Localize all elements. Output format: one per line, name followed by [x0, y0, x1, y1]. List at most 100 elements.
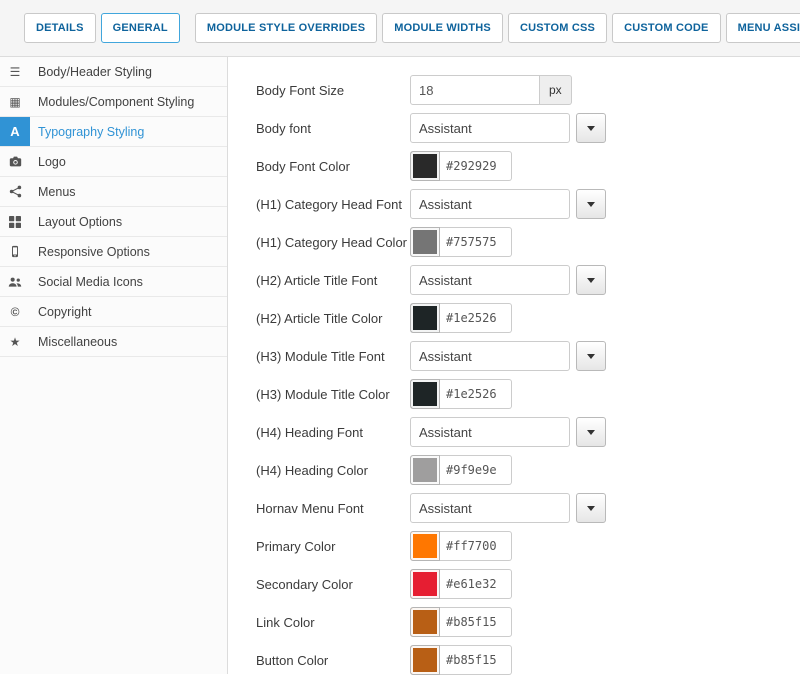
h1-category-head-color-input[interactable]	[440, 227, 512, 257]
body-font-select[interactable]: Assistant	[410, 113, 570, 143]
form-row-h1-category-head-color: (H1) Category Head Color	[256, 227, 800, 257]
form-row-primary-color: Primary Color	[256, 531, 800, 561]
body-font-color-input[interactable]	[440, 151, 512, 181]
star-icon: ★	[0, 327, 30, 356]
field-label: (H3) Module Title Color	[256, 387, 410, 402]
field-label: (H4) Heading Font	[256, 425, 410, 440]
tab-module-widths[interactable]: MODULE WIDTHS	[382, 13, 503, 43]
caret-down-icon	[587, 430, 595, 435]
button-color-input[interactable]	[440, 645, 512, 675]
primary-color-input[interactable]	[440, 531, 512, 561]
form-row-h2-article-title-font: (H2) Article Title Font Assistant	[256, 265, 800, 295]
form-row-h2-article-title-color: (H2) Article Title Color	[256, 303, 800, 333]
dropdown-caret-button[interactable]	[576, 113, 606, 143]
form-row-h4-heading-font: (H4) Heading Font Assistant	[256, 417, 800, 447]
tab-label: MODULE WIDTHS	[394, 22, 491, 34]
h4-heading-color-swatch[interactable]	[410, 455, 440, 485]
secondary-color-input[interactable]	[440, 569, 512, 599]
form-row-h3-module-title-color: (H3) Module Title Color	[256, 379, 800, 409]
tab-general[interactable]: GENERAL	[101, 13, 180, 43]
caret-down-icon	[587, 202, 595, 207]
color-control	[410, 607, 512, 637]
field-label: Secondary Color	[256, 577, 410, 592]
h1-category-head-color-swatch[interactable]	[410, 227, 440, 257]
sidebar-item-responsive-options[interactable]: Responsive Options	[0, 237, 227, 267]
sidebar-item-label: Modules/Component Styling	[30, 87, 194, 116]
sidebar-item-logo[interactable]: Logo	[0, 147, 227, 177]
font-select-control: Assistant	[410, 417, 606, 447]
body-font-color-swatch[interactable]	[410, 151, 440, 181]
mobile-icon	[0, 237, 30, 266]
h2-article-title-color-swatch[interactable]	[410, 303, 440, 333]
h4-heading-font-select[interactable]: Assistant	[410, 417, 570, 447]
dropdown-caret-button[interactable]	[576, 493, 606, 523]
field-label: (H1) Category Head Font	[256, 197, 410, 212]
tab-menu-assignment[interactable]: MENU ASSIGNMENT	[726, 13, 800, 43]
h4-heading-color-input[interactable]	[440, 455, 512, 485]
sidebar-item-modules-component-styling[interactable]: ▦ Modules/Component Styling	[0, 87, 227, 117]
unit-addon: px	[540, 75, 572, 105]
primary-color-swatch[interactable]	[410, 531, 440, 561]
caret-down-icon	[587, 506, 595, 511]
sidebar-item-label: Body/Header Styling	[30, 57, 152, 86]
template-settings-page: DETAILS GENERAL MODULE STYLE OVERRIDES M…	[0, 0, 800, 674]
field-label: (H4) Heading Color	[256, 463, 410, 478]
form-row-link-color: Link Color	[256, 607, 800, 637]
color-control	[410, 531, 512, 561]
tab-details[interactable]: DETAILS	[24, 13, 96, 43]
sidebar-item-layout-options[interactable]: Layout Options	[0, 207, 227, 237]
share-icon	[0, 177, 30, 206]
sidebar-item-copyright[interactable]: © Copyright	[0, 297, 227, 327]
sidebar-item-label: Layout Options	[30, 207, 122, 236]
sidebar-item-label: Copyright	[30, 297, 92, 326]
sidebar-item-typography-styling[interactable]: A Typography Styling	[0, 117, 227, 147]
form-row-button-color: Button Color	[256, 645, 800, 675]
form-row-hornav-menu-font: Hornav Menu Font Assistant	[256, 493, 800, 523]
dropdown-caret-button[interactable]	[576, 417, 606, 447]
tab-label: MENU ASSIGNMENT	[738, 22, 800, 34]
field-label: Body Font Size	[256, 83, 410, 98]
h3-module-title-font-select[interactable]: Assistant	[410, 341, 570, 371]
tab-label: CUSTOM CSS	[520, 22, 595, 34]
color-control	[410, 455, 512, 485]
field-label: Body Font Color	[256, 159, 410, 174]
h3-module-title-color-input[interactable]	[440, 379, 512, 409]
link-color-input[interactable]	[440, 607, 512, 637]
tab-bar: DETAILS GENERAL MODULE STYLE OVERRIDES M…	[0, 0, 800, 57]
font-select-control: Assistant	[410, 341, 606, 371]
sidebar-item-social-media-icons[interactable]: Social Media Icons	[0, 267, 227, 297]
field-label: Link Color	[256, 615, 410, 630]
h1-category-head-font-select[interactable]: Assistant	[410, 189, 570, 219]
dropdown-caret-button[interactable]	[576, 265, 606, 295]
typography-settings-form: Body Font Size px Body font Assistant Bo…	[228, 57, 800, 674]
sidebar-item-miscellaneous[interactable]: ★ Miscellaneous	[0, 327, 227, 357]
menu-lines-icon: ☰	[0, 57, 30, 86]
button-color-swatch[interactable]	[410, 645, 440, 675]
dropdown-caret-button[interactable]	[576, 189, 606, 219]
sidebar-item-body-header-styling[interactable]: ☰ Body/Header Styling	[0, 57, 227, 87]
h3-module-title-color-swatch[interactable]	[410, 379, 440, 409]
hornav-menu-font-select[interactable]: Assistant	[410, 493, 570, 523]
dropdown-caret-button[interactable]	[576, 341, 606, 371]
sidebar-item-menus[interactable]: Menus	[0, 177, 227, 207]
field-label: (H2) Article Title Color	[256, 311, 410, 326]
tab-module-style-overrides[interactable]: MODULE STYLE OVERRIDES	[195, 13, 377, 43]
sidebar-item-label: Miscellaneous	[30, 327, 117, 356]
layout-grid-icon	[0, 207, 30, 236]
field-label: Primary Color	[256, 539, 410, 554]
h2-article-title-font-select[interactable]: Assistant	[410, 265, 570, 295]
body-font-size-input[interactable]	[410, 75, 540, 105]
field-label: Body font	[256, 121, 410, 136]
h2-article-title-color-input[interactable]	[440, 303, 512, 333]
color-control	[410, 303, 512, 333]
font-select-control: Assistant	[410, 493, 606, 523]
secondary-color-swatch[interactable]	[410, 569, 440, 599]
tab-custom-css[interactable]: CUSTOM CSS	[508, 13, 607, 43]
tab-custom-code[interactable]: CUSTOM CODE	[612, 13, 721, 43]
font-a-icon: A	[0, 117, 30, 146]
modules-grid-icon: ▦	[0, 87, 30, 116]
tab-label: DETAILS	[36, 22, 84, 34]
caret-down-icon	[587, 278, 595, 283]
link-color-swatch[interactable]	[410, 607, 440, 637]
form-row-body-font: Body font Assistant	[256, 113, 800, 143]
